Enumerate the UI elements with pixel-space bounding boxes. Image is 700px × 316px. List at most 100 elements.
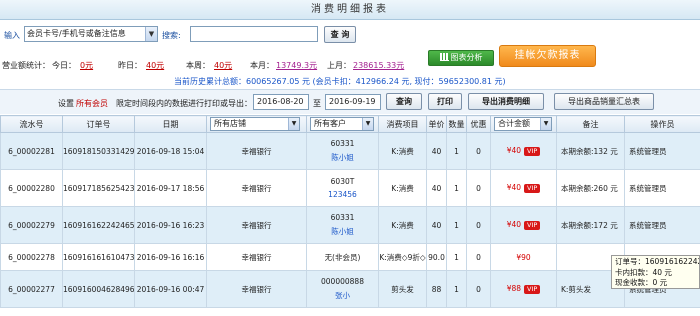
cell-customer: 无(非会员) (306, 243, 379, 271)
vip-badge: VIP (524, 221, 541, 230)
chevron-down-icon: ▼ (362, 118, 373, 130)
cell-card: 60331 (330, 139, 355, 148)
cell-date: 2016-09-17 18:56 (134, 169, 207, 207)
consumption-table: 流水号 订单号 日期 所有店铺 ▼ 所有客户 ▼ 消费项目 单价 数量 优惠 合… (0, 115, 700, 308)
export-goods-button[interactable]: 导出商品销量汇总表 (554, 93, 654, 110)
cell-shop: 幸福银行 (206, 243, 307, 271)
stats-week-label: 本周： (186, 61, 210, 70)
cell-total: ¥90 (490, 243, 557, 271)
filter-query-button[interactable]: 查询 (386, 93, 422, 110)
table-row[interactable]: 6_00002279 160916162242465 2016-09-16 16… (0, 206, 700, 244)
col-qty: 数量 (446, 115, 467, 133)
cell-discount: 0 (466, 270, 491, 308)
cell-date: 2016-09-16 16:23 (134, 206, 207, 244)
col-total: 合计金额 ▼ (490, 115, 557, 133)
tooltip-cash: 现金收款：0 元 (615, 278, 668, 287)
col-remark: 备注 (556, 115, 625, 133)
date-to-input[interactable]: 2016-09-19 (325, 94, 381, 110)
cell-customer: 000000888 张小 (306, 270, 379, 308)
col-customer: 所有客户 ▼ (306, 115, 379, 133)
cell-item: K:消费 (378, 169, 427, 207)
input-label: 输入 (4, 31, 20, 40)
search-query-button[interactable]: 查 询 (324, 26, 356, 43)
chart-analysis-button[interactable]: 图表分析 (428, 50, 494, 66)
page-title: 消费明细报表 (0, 0, 700, 20)
customer-filter-select[interactable]: 所有客户 ▼ (310, 117, 374, 131)
vip-badge: VIP (524, 285, 541, 294)
cell-item: K:消费 (378, 206, 427, 244)
stats-today-label: 今日： (52, 61, 76, 70)
export-filter-bar: 设置 所有会员 限定时间段内的数据进行打印或导出： 2016-08-20 至 2… (0, 89, 700, 114)
total-amount: ¥40 (506, 183, 522, 192)
table-row[interactable]: 6_00002281 160918150331429 2016-09-18 15… (0, 132, 700, 170)
cell-shop: 幸福银行 (206, 206, 307, 244)
total-amount: ¥90 (516, 252, 531, 262)
print-button[interactable]: 打印 (428, 93, 462, 110)
cell-serial: 6_00002281 (0, 132, 63, 170)
order-tooltip: 订单号：1609161622424 卡内扣款：40 元 现金收款：0 元 (611, 255, 700, 289)
history-summary: 当前历史累计总额：60065267.05 元 (会员卡扣：412966.24 元… (174, 77, 506, 86)
cell-remark: 本期余额:260 元 (556, 169, 625, 207)
col-order: 订单号 (62, 115, 135, 133)
export-detail-button[interactable]: 导出消费明细 (468, 93, 544, 110)
stats-last-month-label: 上月： (327, 61, 351, 70)
cell-discount: 0 (466, 206, 491, 244)
cell-qty: 1 (446, 206, 467, 244)
tooltip-card-deduct: 卡内扣款：40 元 (615, 267, 672, 277)
stats-yesterday-value[interactable]: 40元 (146, 60, 164, 71)
table-row[interactable]: 6_00002280 160917185625423 2016-09-17 18… (0, 169, 700, 207)
revenue-stats: 营业额统计： 今日： 0元 昨日： 40元 本周： 40元 本月： 13749.… (0, 60, 420, 72)
search-type-select[interactable]: 会员卡号/手机号或备注信息 ▼ (24, 26, 158, 42)
customer-name-link[interactable]: 123456 (308, 190, 378, 199)
cell-shop: 幸福银行 (206, 132, 307, 170)
total-filter-value: 合计金额 (498, 119, 530, 128)
owe-report-button[interactable]: 挂帐欠款报表 (499, 45, 596, 67)
cell-customer: 60331 陈小姐 (306, 206, 379, 244)
col-shop: 所有店铺 ▼ (206, 115, 307, 133)
stats-last-month-value[interactable]: 238615.33元 (353, 60, 404, 71)
shop-filter-value: 所有店铺 (214, 119, 246, 128)
cell-order: 160918150331429 (62, 132, 135, 170)
cell-customer: 60331 陈小姐 (306, 132, 379, 170)
customer-name-link[interactable]: 陈小姐 (308, 226, 378, 237)
shop-filter-select[interactable]: 所有店铺 ▼ (210, 117, 300, 131)
stats-week-value[interactable]: 40元 (214, 60, 232, 71)
chevron-down-icon: ▼ (145, 27, 157, 41)
col-date: 日期 (134, 115, 207, 133)
stats-yesterday-label: 昨日： (118, 61, 142, 70)
total-amount: ¥88 (506, 284, 522, 293)
stats-today-value[interactable]: 0元 (80, 60, 93, 71)
total-amount: ¥40 (506, 146, 522, 155)
stats-label: 营业额统计： (2, 61, 50, 70)
chart-analysis-label: 图表分析 (450, 53, 483, 62)
filter-prefix: 设置 (58, 99, 74, 108)
table-row[interactable]: 6_00002278 160916161610473 2016-09-16 16… (0, 243, 700, 271)
cell-date: 2016-09-16 16:16 (134, 243, 207, 271)
cell-item: K:消费 (378, 132, 427, 170)
cell-discount: 0 (466, 169, 491, 207)
customer-name-link[interactable]: 陈小姐 (308, 152, 378, 163)
cell-discount: 0 (466, 132, 491, 170)
cell-order: 160917185625423 (62, 169, 135, 207)
filter-description: 限定时间段内的数据进行打印或导出： (116, 99, 252, 108)
cell-order: 160916162242465 (62, 206, 135, 244)
cell-serial: 6_00002279 (0, 206, 63, 244)
col-price: 单价 (426, 115, 447, 133)
cell-order: 160916161610473 (62, 243, 135, 271)
cell-qty: 1 (446, 169, 467, 207)
cell-total: ¥88 VIP (490, 270, 557, 308)
col-discount: 优惠 (466, 115, 491, 133)
filter-member[interactable]: 所有会员 (76, 98, 108, 109)
stats-month-value[interactable]: 13749.3元 (276, 60, 317, 71)
customer-name-link[interactable]: 张小 (308, 290, 378, 301)
cell-price: 90.0 (426, 243, 447, 271)
cell-operator: 系统管理员 (624, 132, 700, 170)
table-row[interactable]: 6_00002277 160916004628496 2016-09-16 00… (0, 270, 700, 308)
cell-item: 剪头发 (378, 270, 427, 308)
keyword-input[interactable] (190, 26, 318, 42)
col-operator: 操作员 (624, 115, 700, 133)
date-from-input[interactable]: 2016-08-20 (253, 94, 309, 110)
bar-chart-icon (439, 53, 449, 61)
total-filter-select[interactable]: 合计金额 ▼ (494, 117, 552, 131)
cell-total: ¥40 VIP (490, 169, 557, 207)
